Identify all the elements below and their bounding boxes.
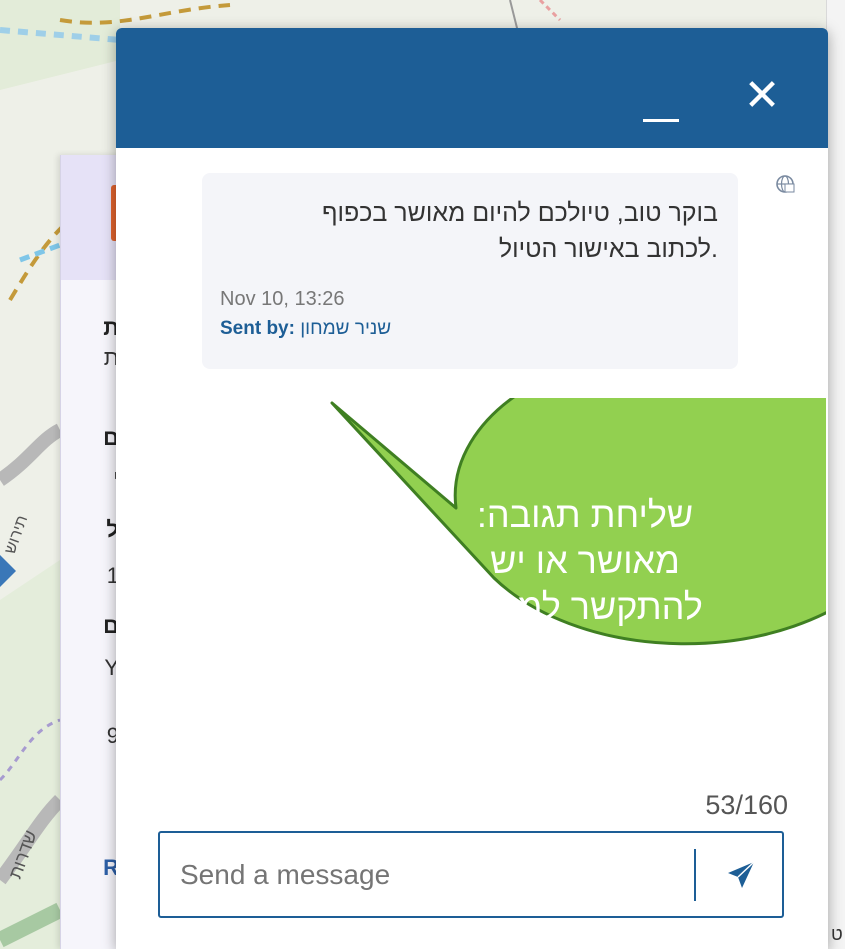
close-button[interactable]: ✕: [738, 72, 786, 120]
panel-text-fragment: ם: [103, 613, 119, 638]
panel-text-fragment: ת: [103, 345, 119, 370]
map-pointer-arrow: [0, 555, 16, 587]
chat-window: ✕ בוקר טוב, טיולכם להיום מאושר בכפוף .לכ…: [116, 28, 828, 949]
panel-text-fragment: ל: [106, 517, 119, 542]
message-input[interactable]: [180, 851, 660, 899]
message-input-box: [158, 831, 784, 918]
panel-link-fragment[interactable]: R: [91, 855, 119, 881]
send-plane-icon: [728, 861, 755, 888]
message-text-line: בוקר טוב, טיולכם להיום מאושר בכפוף: [321, 199, 718, 227]
panel-text-fragment: Y: [104, 655, 119, 680]
minimize-icon: [643, 119, 679, 122]
panel-text-fragment: ת: [103, 315, 119, 340]
message-timestamp: Nov 10, 13:26: [220, 288, 345, 310]
message-text-line: .לכתוב באישור הטיול: [498, 235, 718, 263]
right-edge-panel: ט: [826, 0, 845, 949]
callout-line: מאושר או יש: [490, 540, 680, 581]
sender-prefix: Sent by:: [220, 318, 295, 339]
callout-text: שליחת תגובה: מאושר או יש להתקשר למוקד: [395, 492, 775, 630]
minimize-button[interactable]: [636, 90, 686, 130]
panel-text-fragment: ם: [103, 425, 119, 450]
message-bubble: בוקר טוב, טיולכם להיום מאושר בכפוף .לכתו…: [202, 173, 738, 369]
panel-text-fragment: 9: [106, 723, 119, 748]
panel-text-fragment: י: [91, 465, 119, 491]
right-panel-fragment: ט: [831, 924, 843, 944]
message-sender: Sent by: שניר שמחון: [220, 318, 391, 340]
callout-line: שליחת תגובה:: [476, 494, 694, 535]
message-text: בוקר טוב, טיולכם להיום מאושר בכפוף .לכתו…: [218, 195, 718, 267]
input-divider: [694, 849, 696, 901]
send-button[interactable]: [708, 843, 774, 907]
sender-name: שניר שמחון: [300, 318, 392, 339]
translate-icon[interactable]: [774, 173, 796, 195]
chat-header: ✕: [116, 28, 828, 148]
callout-line: להתקשר למוקד: [467, 586, 703, 627]
panel-text-fragment: 1: [106, 563, 119, 588]
character-counter: 53/160: [705, 790, 788, 820]
